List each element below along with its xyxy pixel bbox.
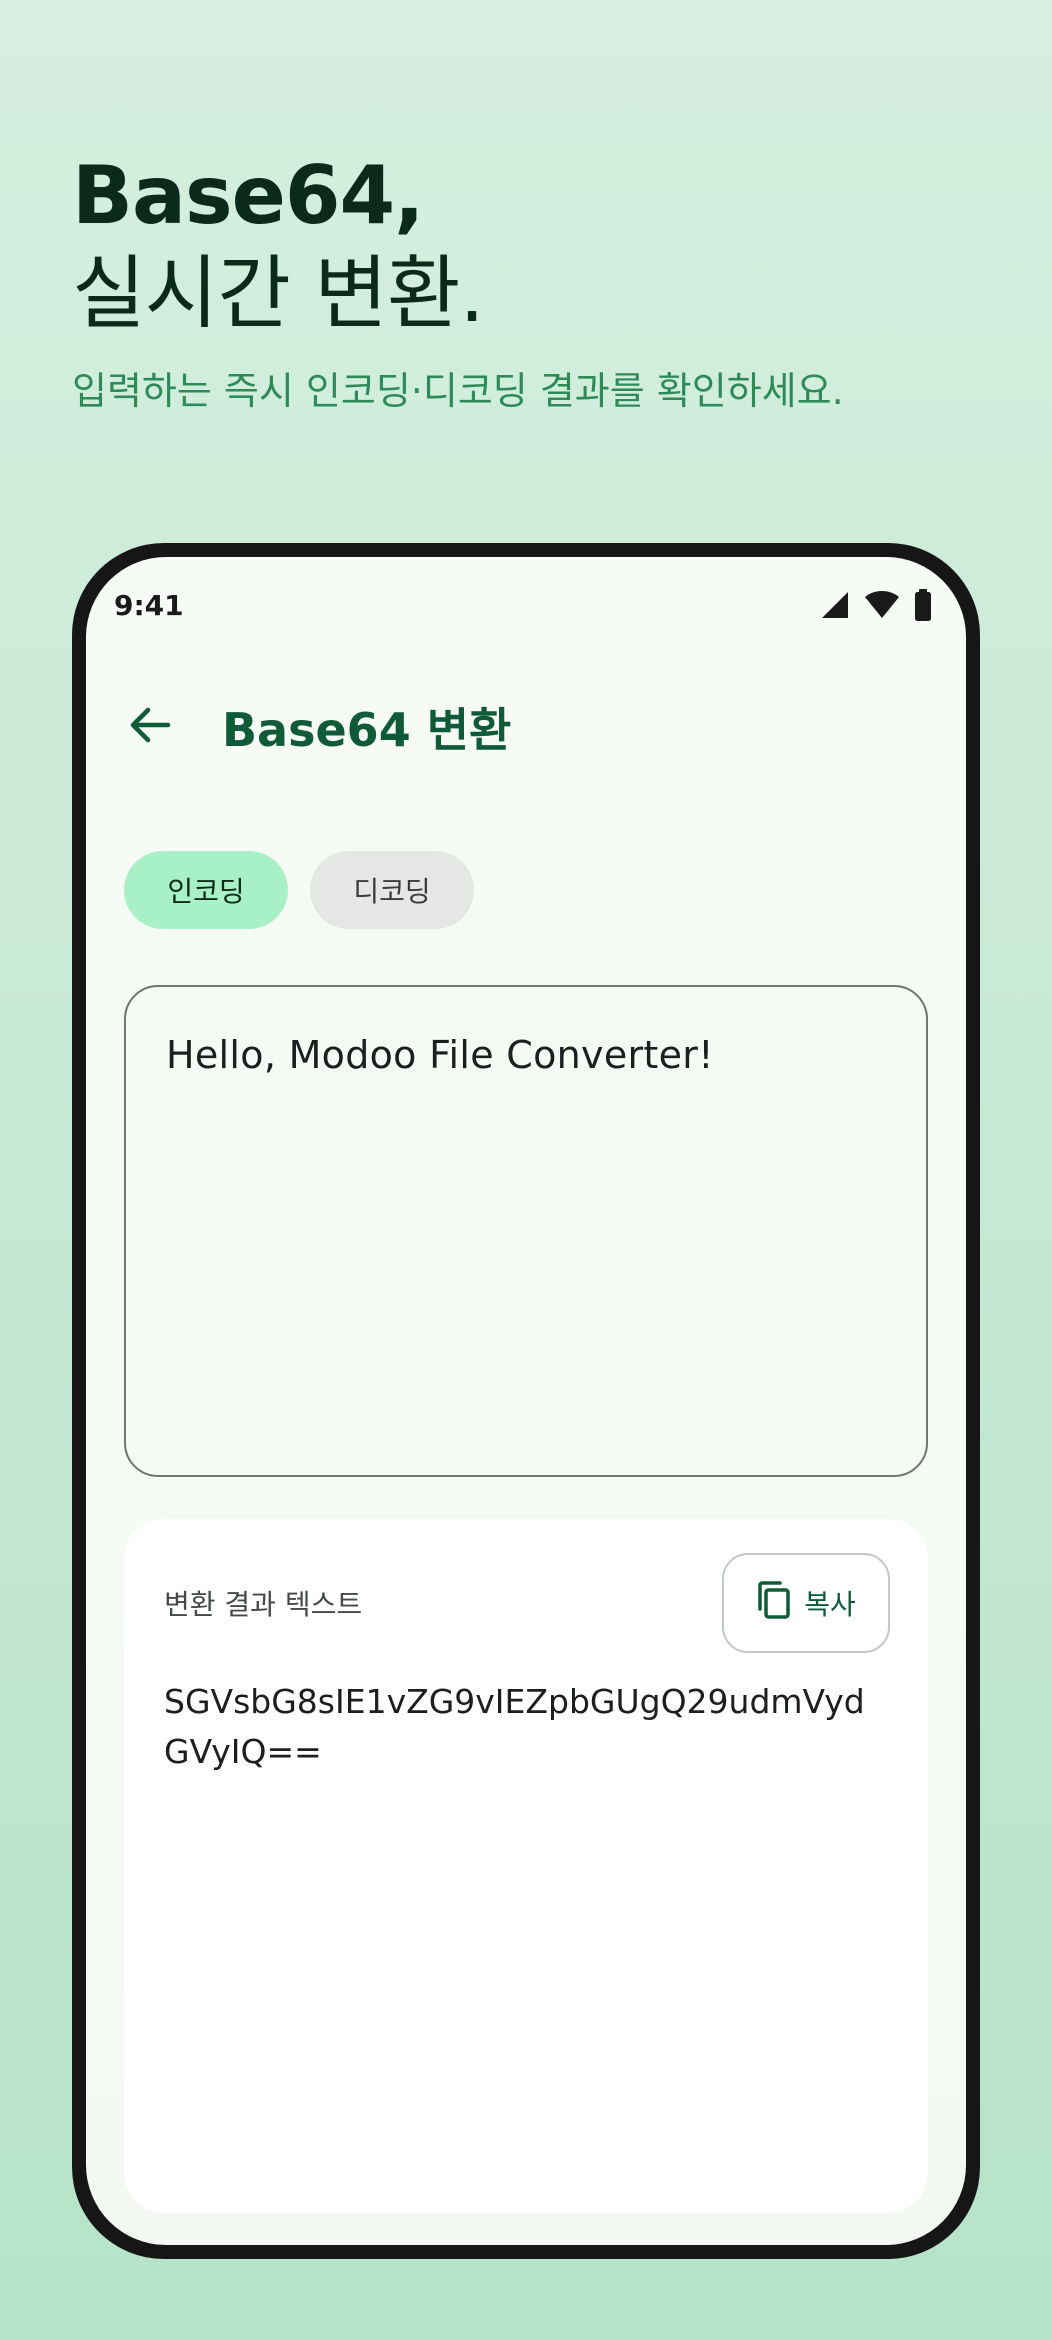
promo-title-line1: Base64, <box>72 149 425 242</box>
back-button[interactable] <box>120 697 180 757</box>
result-label: 변환 결과 텍스트 <box>164 1588 363 1621</box>
phone-screen: 9:41 Base64 변환 인코딩 디코딩 Hello, Modoo File… <box>86 557 966 2245</box>
copy-icon <box>756 1580 792 1627</box>
promo-header: Base64, 실시간 변환. 입력하는 즉시 인코딩·디코딩 결과를 확인하세… <box>72 148 1012 416</box>
app-bar: Base64 변환 <box>120 687 932 767</box>
copy-label: 복사 <box>804 1588 856 1621</box>
result-text: SGVsbG8sIE1vZG9vIEZpbGUgQ29udmVydGVyIQ== <box>164 1682 865 1771</box>
mode-selector: 인코딩 디코딩 <box>124 851 474 929</box>
chip-encode[interactable]: 인코딩 <box>124 851 288 929</box>
signal-icon <box>820 590 850 620</box>
battery-icon <box>914 589 932 621</box>
result-card: 변환 결과 텍스트 복사 SGVsbG8sIE1vZG9vIEZpbGUgQ29… <box>124 1519 928 2213</box>
chip-decode[interactable]: 디코딩 <box>310 851 474 929</box>
status-icons <box>820 589 932 621</box>
input-textarea[interactable]: Hello, Modoo File Converter! <box>124 985 928 1477</box>
promo-title-line2: 실시간 변환. <box>72 247 485 340</box>
promo-subtitle: 입력하는 즉시 인코딩·디코딩 결과를 확인하세요. <box>72 369 844 413</box>
status-bar: 9:41 <box>114 585 932 625</box>
result-header: 변환 결과 텍스트 복사 <box>164 1553 890 1653</box>
input-text: Hello, Modoo File Converter! <box>166 1033 714 1077</box>
arrow-left-icon <box>126 701 174 753</box>
copy-button[interactable]: 복사 <box>722 1553 890 1653</box>
app-title: Base64 변환 <box>222 703 512 757</box>
status-time: 9:41 <box>114 588 184 622</box>
wifi-icon <box>864 590 900 620</box>
phone-frame: 9:41 Base64 변환 인코딩 디코딩 Hello, Modoo File… <box>72 543 980 2259</box>
